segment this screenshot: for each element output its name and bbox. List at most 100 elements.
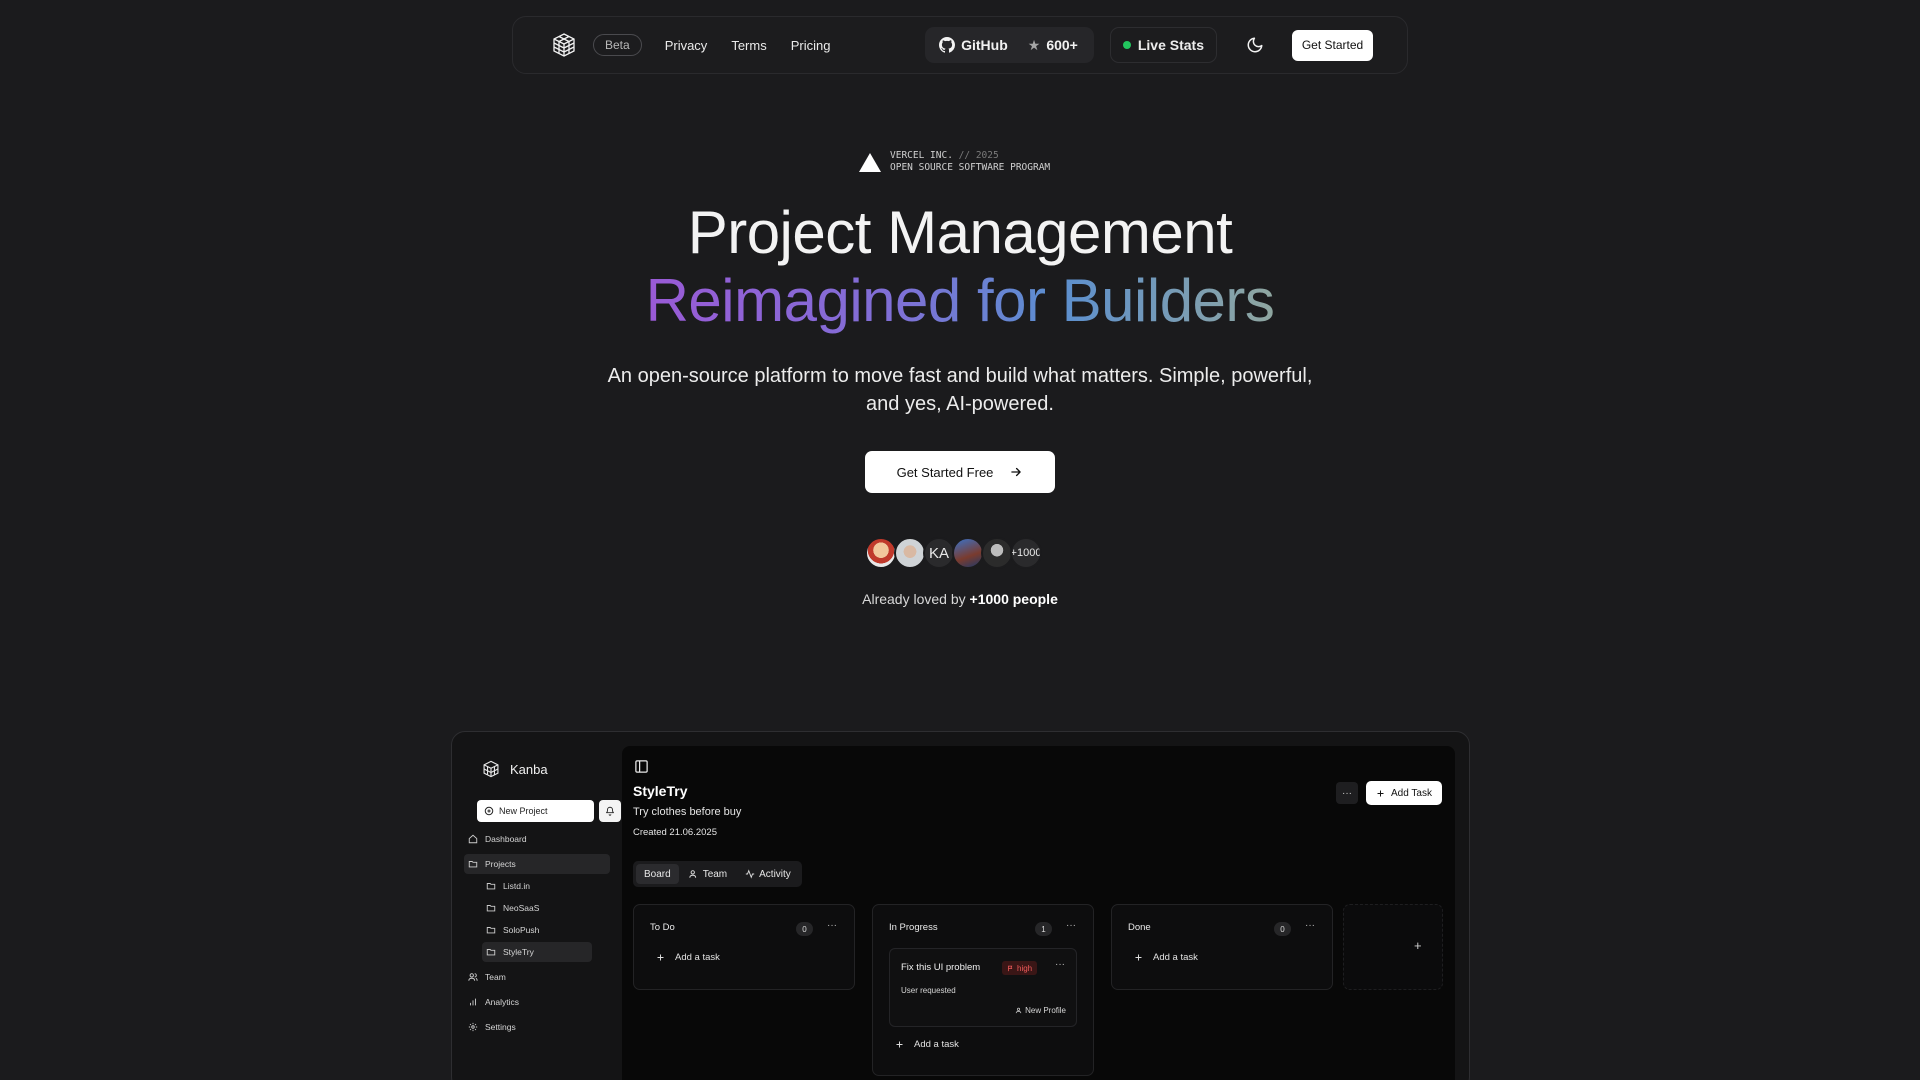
tab-board[interactable]: Board	[636, 864, 679, 884]
sidebar-item-label: Settings	[485, 1022, 516, 1032]
task-owner: New Profile	[1015, 1006, 1066, 1015]
sidebar-item-team[interactable]: Team	[468, 967, 506, 987]
avatar-more-count: +1000	[1010, 537, 1042, 569]
badge-line1: VERCEL INC.	[890, 150, 953, 161]
column-more-icon[interactable]: ···	[1066, 920, 1076, 931]
folder-icon	[468, 859, 478, 869]
get-started-free-button[interactable]: Get Started Free	[865, 451, 1055, 493]
column-todo: To Do 0 ··· Add a task	[633, 904, 855, 990]
nav-actions: GitHub ★ 600+ Live Stats Get Started	[925, 27, 1373, 63]
column-count-badge: 0	[1274, 922, 1291, 936]
priority-badge: high	[1002, 961, 1038, 975]
add-a-task-label: Add a task	[1153, 952, 1198, 963]
bar-chart-icon	[468, 997, 478, 1007]
column-more-icon[interactable]: ···	[827, 920, 837, 931]
tab-activity[interactable]: Activity	[737, 864, 799, 884]
plus-icon	[656, 953, 665, 962]
cta-label: Get Started Free	[896, 464, 994, 480]
sidebar-toggle-icon[interactable]	[634, 759, 649, 774]
add-a-task-button[interactable]: Add a task	[656, 952, 720, 963]
flag-icon	[1007, 965, 1014, 972]
column-title: In Progress	[889, 922, 938, 933]
column-done: Done 0 ··· Add a task	[1111, 904, 1333, 990]
cube-logo-icon[interactable]	[551, 32, 577, 58]
avatar-stack: KA +1000	[865, 537, 1042, 569]
avatar	[865, 537, 897, 569]
github-stars-count: 600+	[1046, 37, 1078, 53]
sidebar-item-label: Team	[485, 972, 506, 982]
sidebar-item-projects[interactable]: Projects	[464, 854, 610, 874]
nav-link-privacy[interactable]: Privacy	[665, 38, 708, 53]
add-column-button[interactable]: +	[1343, 904, 1443, 990]
app-brand[interactable]: Kanba	[482, 760, 548, 778]
task-subtitle: User requested	[901, 986, 956, 995]
sidebar-project-listdin[interactable]: Listd.in	[486, 876, 530, 896]
add-a-task-button[interactable]: Add a task	[1134, 952, 1198, 963]
new-project-button[interactable]: New Project	[477, 800, 594, 822]
add-a-task-label: Add a task	[914, 1039, 959, 1050]
top-navbar: Beta Privacy Terms Pricing GitHub ★ 600+…	[512, 16, 1408, 74]
project-description: Try clothes before buy	[633, 806, 742, 818]
nav-link-terms[interactable]: Terms	[731, 38, 766, 53]
sidebar-item-label: Analytics	[485, 997, 520, 1007]
users-icon	[689, 869, 699, 879]
sidebar-item-dashboard[interactable]: Dashboard	[468, 829, 527, 849]
project-more-button[interactable]: ···	[1336, 782, 1358, 804]
plus-icon	[1134, 953, 1143, 962]
hero-subtitle: An open-source platform to move fast and…	[560, 362, 1360, 418]
github-button[interactable]: GitHub ★ 600+	[925, 27, 1094, 63]
avatar-initials: KA	[923, 537, 955, 569]
vercel-triangle-icon	[859, 152, 881, 172]
project-created-date: Created 21.06.2025	[633, 827, 717, 838]
github-icon	[939, 37, 956, 53]
bell-icon[interactable]	[599, 800, 621, 822]
moon-icon[interactable]	[1245, 35, 1265, 55]
hero-subtitle-line2: and yes, AI-powered.	[866, 393, 1054, 415]
task-more-icon[interactable]: ···	[1055, 959, 1065, 970]
add-task-button[interactable]: Add Task	[1366, 781, 1442, 805]
sidebar-project-solopush[interactable]: SoloPush	[486, 920, 539, 940]
view-tabs: Board Team Activity	[633, 861, 802, 887]
plus-icon	[895, 1040, 904, 1049]
task-title: Fix this UI problem	[901, 962, 981, 973]
priority-label: high	[1017, 963, 1033, 973]
users-icon	[468, 972, 478, 982]
folder-icon	[486, 925, 496, 935]
folder-icon	[486, 881, 496, 891]
nav-link-pricing[interactable]: Pricing	[791, 38, 831, 53]
loved-prefix: Already loved by	[862, 591, 966, 607]
badge-line2: OPEN SOURCE SOFTWARE PROGRAM	[890, 162, 1051, 173]
loved-count: +1000 people	[969, 591, 1058, 607]
column-more-icon[interactable]: ···	[1305, 920, 1315, 931]
arrow-right-icon	[1009, 465, 1023, 479]
user-icon	[1015, 1007, 1022, 1014]
column-title: To Do	[650, 922, 675, 933]
sidebar-project-neosaas[interactable]: NeoSaaS	[486, 898, 539, 918]
avatar	[981, 537, 1013, 569]
add-a-task-button[interactable]: Add a task	[895, 1039, 959, 1050]
tab-label: Activity	[759, 868, 791, 880]
badge-year: // 2025	[958, 150, 999, 161]
task-card[interactable]: Fix this UI problem high ··· User reques…	[889, 948, 1077, 1027]
avatar	[952, 537, 984, 569]
home-icon	[468, 834, 478, 844]
hero-subtitle-line1: An open-source platform to move fast and…	[607, 365, 1313, 387]
column-count-badge: 0	[796, 922, 813, 936]
tab-label: Board	[644, 868, 671, 880]
live-stats-label: Live Stats	[1137, 37, 1204, 53]
new-project-label: New Project	[499, 806, 548, 816]
badge-text: VERCEL INC. // 2025 OPEN SOURCE SOFTWARE…	[890, 150, 1050, 174]
star-icon: ★	[1027, 36, 1041, 53]
gear-icon	[468, 1022, 478, 1032]
project-board: StyleTry Try clothes before buy Created …	[622, 746, 1455, 1080]
tab-label: Team	[702, 868, 728, 880]
live-stats-button[interactable]: Live Stats	[1109, 27, 1217, 63]
get-started-button[interactable]: Get Started	[1292, 29, 1373, 61]
sidebar-item-analytics[interactable]: Analytics	[468, 992, 519, 1012]
hero-title-line1: Project Management	[687, 199, 1233, 266]
tab-team[interactable]: Team	[681, 864, 735, 884]
sidebar-item-label: Dashboard	[485, 834, 527, 844]
add-a-task-label: Add a task	[675, 952, 720, 963]
sidebar-project-styletry[interactable]: StyleTry	[482, 942, 592, 962]
sidebar-item-settings[interactable]: Settings	[468, 1017, 516, 1037]
